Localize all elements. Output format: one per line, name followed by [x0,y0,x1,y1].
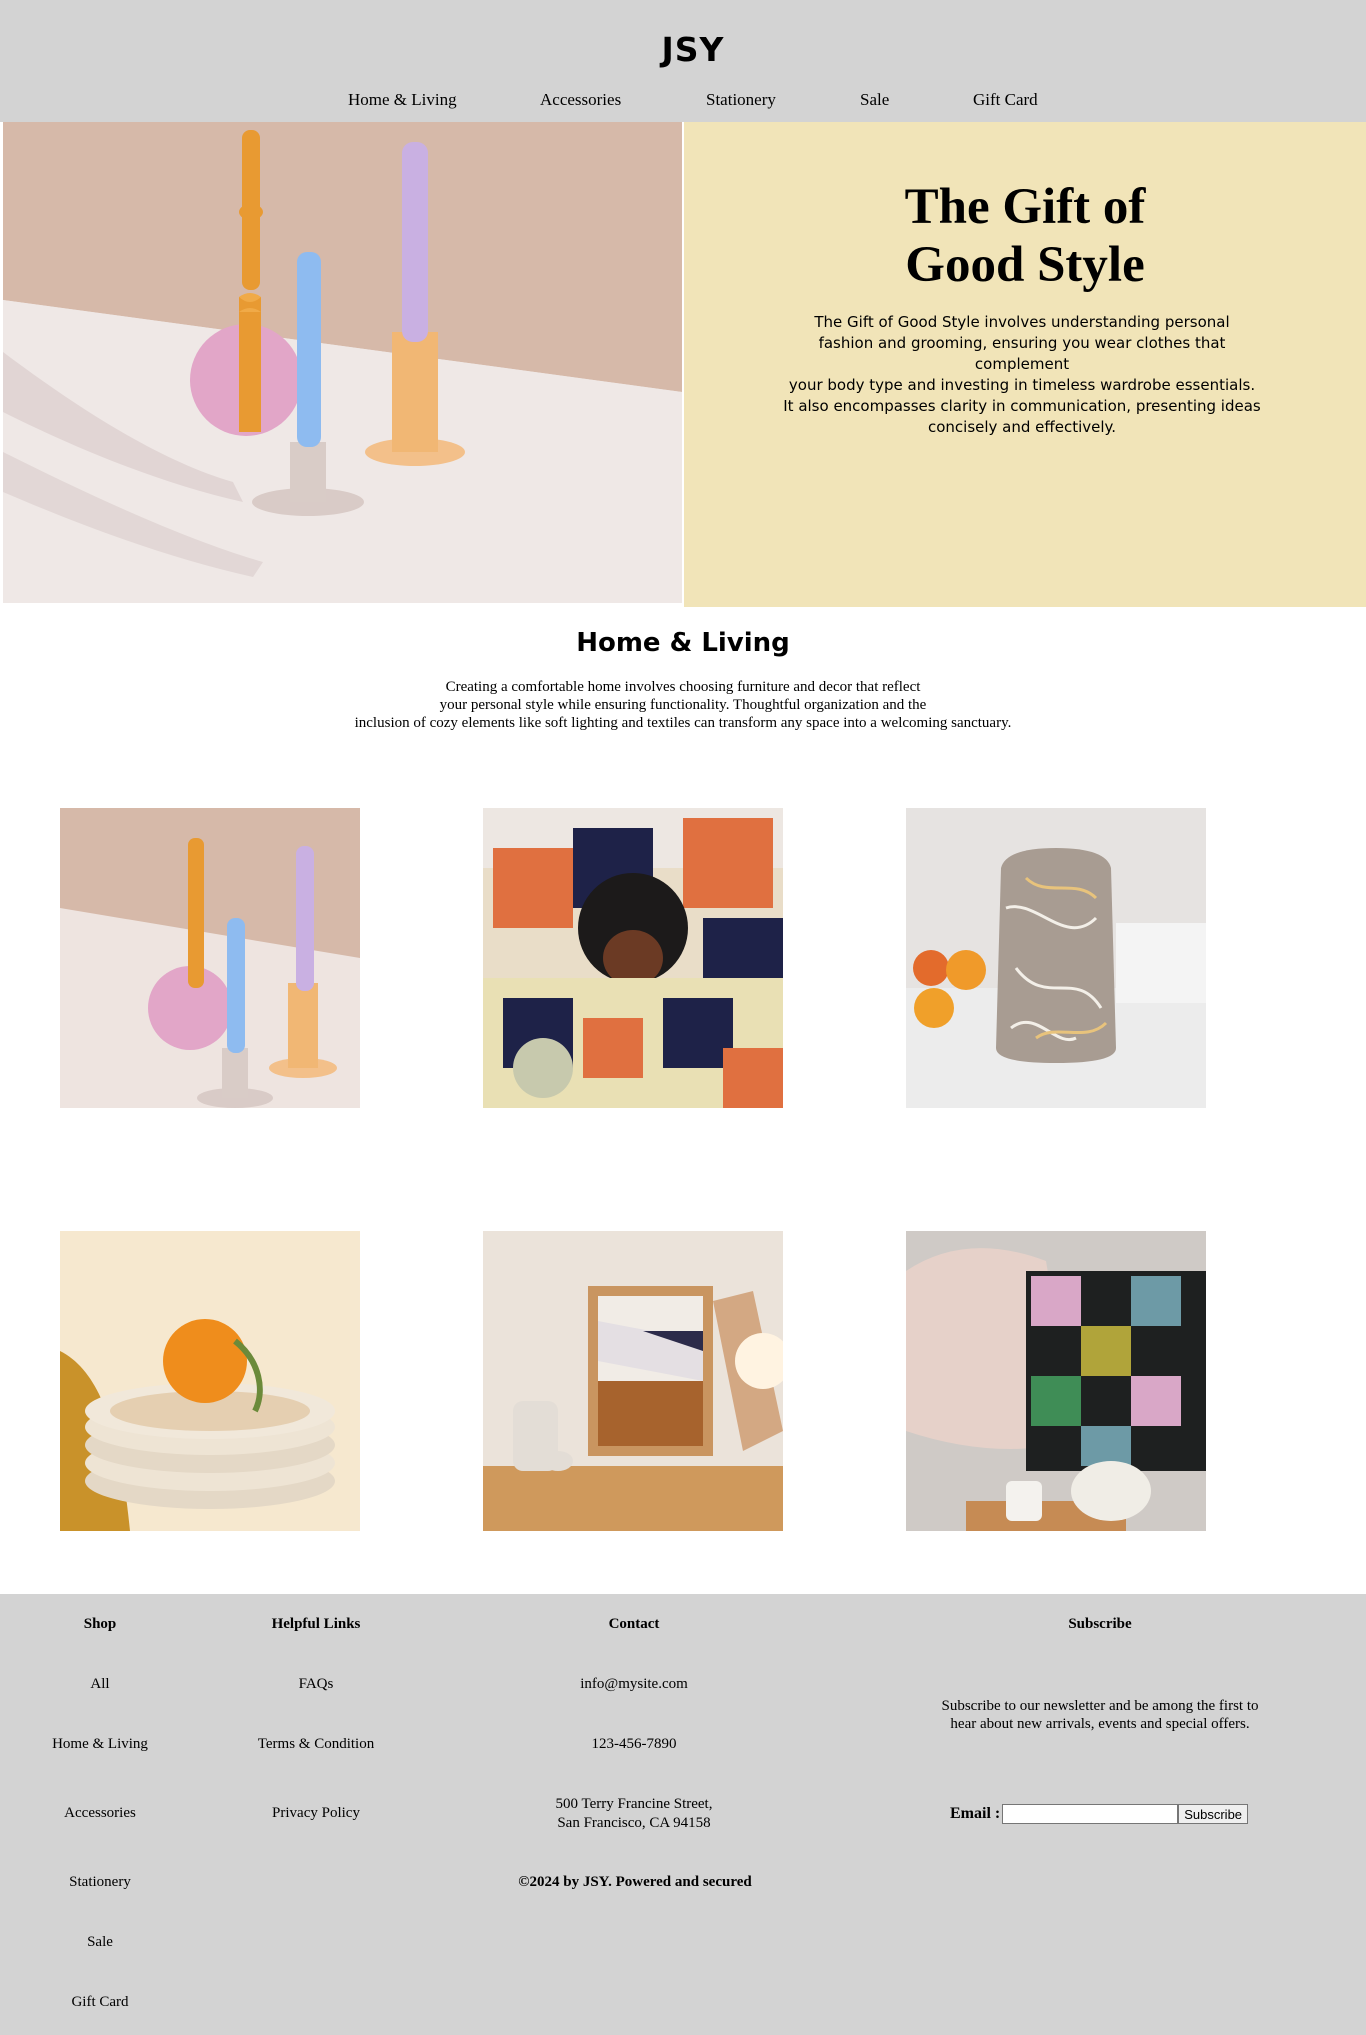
product-image-candles[interactable] [60,808,360,1108]
nav-home-living[interactable]: Home & Living [348,90,457,110]
email-label: Email : [950,1805,1001,1822]
footer-link-sale[interactable]: Sale [0,1934,200,1951]
footer-contact-column: Contact info@mysite.com 123-456-7890 500… [484,1594,784,1894]
nav-sale[interactable]: Sale [860,90,889,110]
copyright-text: ©2024 by JSY. Powered and secured [518,1874,752,1890]
footer-subscribe-heading: Subscribe [1068,1616,1132,1632]
footer-contact-email[interactable]: info@mysite.com [484,1676,784,1693]
site-footer: Shop All Home & Living Accessories Stati… [0,1594,1366,2035]
footer-link-gift-card[interactable]: Gift Card [0,1994,200,2011]
footer-shop-column: Shop All Home & Living Accessories Stati… [0,1594,200,2035]
hero-description: The Gift of Good Style involves understa… [783,313,1261,436]
footer-contact-heading: Contact [608,1616,660,1632]
nav-accessories[interactable]: Accessories [540,90,621,110]
hero-panel: The Gift of Good Style The Gift of Good … [684,122,1366,607]
section-description: Creating a comfortable home involves cho… [354,679,1012,731]
product-image-plates[interactable] [60,1231,360,1531]
hero-title: The Gift of Good Style [904,179,1146,293]
footer-helpful-heading: Helpful Links [271,1616,361,1632]
footer-shop-heading: Shop [83,1616,117,1632]
site-header: JSY Home & Living Accessories Stationery… [0,0,1366,122]
footer-link-privacy[interactable]: Privacy Policy [216,1805,416,1822]
footer-contact-phone[interactable]: 123-456-7890 [484,1736,784,1753]
footer-contact-address-2: San Francisco, CA 94158 [557,1815,711,1831]
product-image-pillows[interactable] [906,1231,1206,1531]
product-image-vase[interactable] [906,808,1206,1108]
footer-link-stationery[interactable]: Stationery [0,1874,200,1891]
footer-helpful-column: Helpful Links FAQs Terms & Condition Pri… [216,1594,416,1894]
footer-link-all[interactable]: All [0,1676,200,1693]
footer-link-accessories[interactable]: Accessories [0,1805,200,1822]
section-title: Home & Living [576,628,790,658]
footer-link-home-living[interactable]: Home & Living [0,1736,200,1753]
brand-logo[interactable]: JSY [0,30,1366,69]
main-nav: Home & Living Accessories Stationery Sal… [0,90,1366,114]
footer-contact-address-1: 500 Terry Francine Street, [555,1796,713,1812]
email-input[interactable] [1002,1804,1179,1824]
nav-stationery[interactable]: Stationery [706,90,776,110]
hero-image-candles [3,122,682,603]
subscribe-description: Subscribe to our newsletter and be among… [941,1698,1259,1732]
nav-gift-card[interactable]: Gift Card [973,90,1038,110]
subscribe-form: Email : Subscribe [950,1803,1249,1825]
footer-link-faqs[interactable]: FAQs [216,1676,416,1693]
footer-link-terms[interactable]: Terms & Condition [216,1736,416,1753]
subscribe-button[interactable]: Subscribe [1178,1804,1249,1824]
product-image-frame[interactable] [483,1231,783,1531]
product-image-bedding[interactable] [483,808,783,1108]
